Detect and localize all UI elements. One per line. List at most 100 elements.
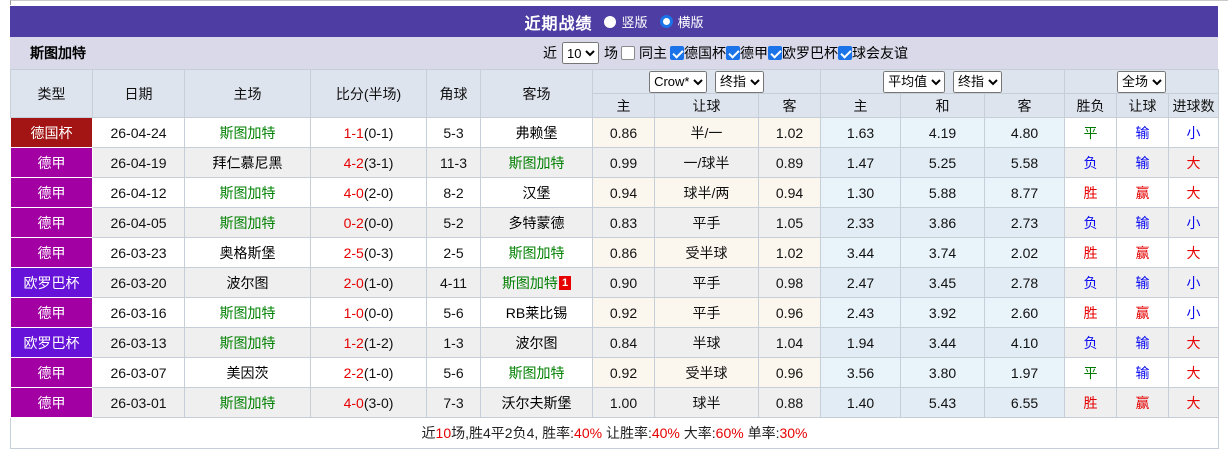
date-cell: 26-04-05 — [92, 207, 185, 238]
result-wdl-cell: 胜 — [1064, 177, 1118, 208]
home-team-link[interactable]: 美因茨 — [227, 365, 269, 381]
away-team-cell: 斯图加特 — [480, 357, 593, 388]
result-handicap-cell: 赢 — [1116, 177, 1170, 208]
avg-home-cell: 1.47 — [820, 147, 902, 178]
result-goals-cell: 大 — [1168, 147, 1220, 178]
radio-unchecked-icon[interactable] — [604, 15, 617, 28]
type-badge-cell: 欧罗巴杯 — [10, 327, 93, 358]
result-wdl-cell: 负 — [1064, 207, 1118, 238]
home-team-link[interactable]: 斯图加特 — [220, 395, 276, 411]
checkbox-checked-icon[interactable] — [838, 46, 852, 60]
match-row: 德甲 26-03-01 斯图加特 4-0(3-0) 7-3 沃尔夫斯堡 1.00 球半 0.88… — [10, 387, 1220, 418]
avg-draw-cell: 3.45 — [900, 267, 986, 298]
home-team-link[interactable]: 斯图加特 — [220, 305, 276, 321]
halftime-score: (0-3) — [363, 244, 394, 261]
away-team-cell: 汉堡 — [480, 177, 593, 208]
odds-home-cell: 0.92 — [592, 357, 655, 388]
summary-text: 近10场,胜4平2负4, 胜率:40% 让胜率:40% 大率:60% 单率:30… — [9, 417, 1220, 449]
odds-home-cell: 0.99 — [592, 147, 655, 178]
fulltime-score: 2-5 — [343, 244, 364, 261]
home-team-link[interactable]: 奥格斯堡 — [220, 245, 276, 261]
result-wdl-cell: 胜 — [1064, 387, 1118, 418]
corner-cell: 5-6 — [426, 357, 481, 388]
home-team-link[interactable]: 斯图加特 — [220, 215, 276, 231]
col-header-avg-home: 主 — [820, 93, 902, 118]
home-team-cell: 斯图加特 — [184, 327, 311, 358]
away-team-cell: 斯图加特 — [480, 237, 593, 268]
avg-away-cell: 8.77 — [984, 177, 1066, 208]
col-header-home: 主场 — [184, 69, 311, 118]
away-team-link[interactable]: RB莱比锡 — [506, 305, 567, 321]
avg-away-cell: 1.97 — [984, 357, 1066, 388]
avg-stage-select[interactable]: 终指 — [952, 70, 1002, 93]
corner-cell: 11-3 — [426, 147, 481, 178]
summary-stat-value: 30% — [779, 425, 808, 441]
away-team-link[interactable]: 汉堡 — [523, 185, 551, 201]
avg-home-cell: 1.63 — [820, 117, 902, 148]
radio-vertical-label: 竖版 — [621, 15, 648, 30]
result-wdl-cell: 负 — [1064, 147, 1118, 178]
radio-checked-icon[interactable] — [659, 15, 673, 28]
avg-draw-cell: 3.44 — [900, 327, 986, 358]
recent-count-select[interactable]: 10 — [562, 42, 599, 64]
away-team-link[interactable]: 波尔图 — [516, 335, 558, 351]
away-team-link[interactable]: 弗赖堡 — [516, 125, 558, 141]
halftime-score: (1-0) — [363, 364, 394, 381]
away-team-link[interactable]: 斯图加特 — [509, 365, 565, 381]
handicap-cell: 受半球 — [654, 357, 759, 388]
type-badge-cell: 德甲 — [10, 297, 93, 328]
odds-stage-select[interactable]: 终指 — [714, 70, 764, 93]
radio-horizontal-layout[interactable]: 横版 — [659, 12, 704, 31]
col-header-date: 日期 — [92, 69, 185, 118]
avg-away-cell: 4.80 — [984, 117, 1066, 148]
home-team-link[interactable]: 斯图加特 — [220, 335, 276, 351]
odds-away-cell: 0.94 — [757, 177, 822, 208]
league-filter[interactable]: 球会友谊 — [838, 43, 908, 63]
result-goals-cell: 大 — [1168, 387, 1220, 418]
checkbox-checked-icon[interactable] — [670, 46, 684, 60]
home-team-cell: 斯图加特 — [184, 387, 311, 418]
handicap-cell: 半/一 — [654, 117, 759, 148]
league-filter-label: 欧罗巴杯 — [782, 45, 838, 61]
avg-home-cell: 2.47 — [820, 267, 902, 298]
handicap-cell: 平手 — [654, 207, 759, 238]
odds-home-cell: 0.83 — [592, 207, 655, 238]
home-team-link[interactable]: 波尔图 — [227, 275, 269, 291]
corner-cell: 8-2 — [426, 177, 481, 208]
away-team-cell: RB莱比锡 — [480, 297, 593, 328]
away-team-link[interactable]: 斯图加特 — [509, 245, 565, 261]
avg-away-cell: 6.55 — [984, 387, 1066, 418]
average-select[interactable]: 平均值 — [883, 70, 946, 93]
same-home-filter[interactable]: 同主 — [621, 43, 667, 63]
summary-stat-label: 场,胜4平2负4, 胜率: — [451, 425, 575, 441]
halftime-score: (1-0) — [363, 274, 394, 291]
date-cell: 26-03-16 — [92, 297, 185, 328]
avg-home-cell: 1.30 — [820, 177, 902, 208]
league-filter[interactable]: 欧罗巴杯 — [768, 43, 838, 63]
league-filter[interactable]: 德国杯 — [670, 43, 726, 63]
radio-vertical-layout[interactable]: 竖版 — [604, 12, 648, 31]
away-team-link[interactable]: 多特蒙德 — [509, 215, 565, 231]
odds-home-cell: 0.86 — [592, 117, 655, 148]
checkbox-checked-icon[interactable] — [726, 46, 740, 60]
fulltime-score: 1-0 — [343, 304, 364, 321]
away-team-link[interactable]: 斯图加特 — [509, 155, 565, 171]
recent-prefix-label: 近 — [543, 45, 557, 61]
away-team-link[interactable]: 斯图加特 — [502, 275, 558, 291]
bookmaker-select[interactable]: Crow* — [649, 70, 708, 93]
away-team-link[interactable]: 沃尔夫斯堡 — [502, 395, 572, 411]
checkbox-unchecked-icon[interactable] — [621, 46, 635, 60]
checkbox-checked-icon[interactable] — [768, 46, 782, 60]
home-team-link[interactable]: 斯图加特 — [220, 185, 276, 201]
corner-cell: 5-3 — [426, 117, 481, 148]
corner-cell: 5-6 — [426, 297, 481, 328]
top-edge-strip — [0, 0, 1228, 6]
period-select[interactable]: 全场 — [1117, 70, 1167, 93]
home-team-link[interactable]: 斯图加特 — [220, 125, 276, 141]
result-wdl-cell: 胜 — [1064, 237, 1118, 268]
avg-group-header: 平均值 终指 — [820, 69, 1066, 94]
odds-away-cell: 0.96 — [757, 297, 822, 328]
type-badge-cell: 德甲 — [10, 207, 93, 238]
home-team-link[interactable]: 拜仁慕尼黑 — [213, 155, 283, 171]
league-filter[interactable]: 德甲 — [726, 43, 768, 63]
